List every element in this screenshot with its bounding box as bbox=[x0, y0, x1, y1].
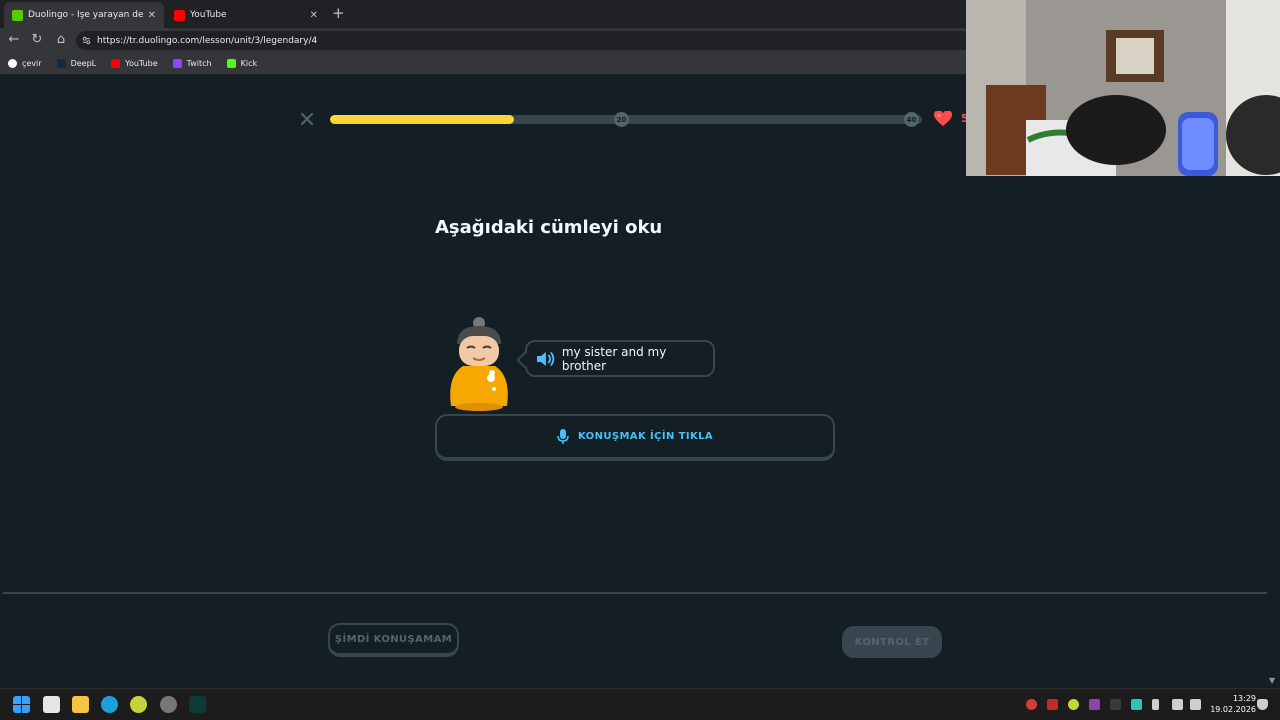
bookmark-label: DeepL bbox=[70, 59, 97, 68]
close-tab-icon[interactable]: ✕ bbox=[310, 10, 318, 21]
progress-fill bbox=[330, 115, 514, 124]
google-icon bbox=[8, 59, 17, 68]
new-tab-button[interactable]: + bbox=[332, 4, 345, 22]
microphone-icon[interactable] bbox=[1152, 699, 1159, 710]
tray-app-icon[interactable] bbox=[1089, 699, 1100, 710]
footer-divider bbox=[3, 592, 1267, 594]
webcam-feed-image bbox=[966, 0, 1280, 176]
tray-app-icon[interactable] bbox=[1110, 699, 1121, 710]
deepl-icon bbox=[56, 59, 66, 68]
kick-icon bbox=[226, 59, 236, 68]
windows-taskbar: 13:29 19.02.2026 bbox=[0, 688, 1280, 720]
tab-title: Duolingo - İşe yarayan derslerle İn bbox=[28, 10, 144, 20]
home-icon[interactable]: ⌂ bbox=[53, 32, 69, 48]
tray-app-icon[interactable] bbox=[1131, 699, 1142, 710]
system-clock[interactable]: 13:29 19.02.2026 bbox=[1208, 693, 1256, 715]
twitch-icon bbox=[172, 59, 182, 68]
webcam-overlay bbox=[966, 0, 1280, 176]
close-lesson-icon[interactable] bbox=[300, 112, 314, 126]
tab-title: YouTube bbox=[190, 10, 227, 20]
notification-bell-icon[interactable] bbox=[1257, 699, 1268, 710]
bookmark-twitch[interactable]: Twitch bbox=[172, 59, 212, 68]
tray-app-icon[interactable] bbox=[1047, 699, 1058, 710]
reload-icon[interactable]: ↻ bbox=[29, 32, 45, 48]
volume-icon[interactable] bbox=[1190, 699, 1201, 710]
bookmark-label: YouTube bbox=[125, 59, 158, 68]
app-icon[interactable] bbox=[130, 696, 147, 713]
file-explorer-icon[interactable] bbox=[72, 696, 89, 713]
bookmark-label: çevir bbox=[22, 59, 42, 68]
tray-app-icon[interactable] bbox=[1068, 699, 1079, 710]
bookmark-kick[interactable]: Kick bbox=[226, 59, 258, 68]
speak-button-label: KONUŞMAK İÇİN TIKLA bbox=[577, 431, 714, 442]
bookmark-label: Kick bbox=[240, 59, 258, 68]
milestone-marker: 40 bbox=[904, 112, 919, 127]
clock-date: 19.02.2026 bbox=[1210, 705, 1256, 714]
url-text: https://tr.duolingo.com/lesson/unit/3/le… bbox=[97, 35, 318, 46]
speaker-icon[interactable] bbox=[536, 351, 556, 367]
bookmark-deepl[interactable]: DeepL bbox=[56, 59, 97, 68]
address-bar[interactable]: https://tr.duolingo.com/lesson/unit/3/le… bbox=[76, 31, 976, 50]
windows-start-icon[interactable] bbox=[13, 696, 30, 713]
bookmark-youtube[interactable]: YouTube bbox=[111, 59, 158, 68]
tab-youtube[interactable]: YouTube ✕ bbox=[166, 2, 326, 28]
cant-speak-now-button[interactable]: ŞİMDİ KONUŞAMAM bbox=[328, 623, 459, 657]
tab-duolingo[interactable]: Duolingo - İşe yarayan derslerle İn ✕ bbox=[4, 2, 164, 28]
site-info-icon[interactable] bbox=[82, 36, 91, 45]
youtube-favicon-icon bbox=[174, 9, 185, 21]
tap-to-speak-button[interactable]: KONUŞMAK İÇİN TIKLA bbox=[435, 414, 835, 461]
back-arrow-icon[interactable]: ← bbox=[6, 32, 22, 48]
task-view-icon[interactable] bbox=[43, 696, 60, 713]
duolingo-favicon-icon bbox=[12, 9, 23, 21]
character-illustration bbox=[450, 317, 508, 411]
edge-browser-icon[interactable] bbox=[101, 696, 118, 713]
lesson-progress-bar: 20 40 bbox=[330, 112, 922, 127]
tray-app-icon[interactable] bbox=[1026, 699, 1037, 710]
youtube-icon bbox=[111, 59, 121, 68]
sentence-bubble: my sister and my brother bbox=[516, 340, 715, 377]
bubble-tail bbox=[516, 351, 534, 369]
bookmark-label: Twitch bbox=[186, 59, 212, 68]
clock-time: 13:29 bbox=[1232, 694, 1256, 703]
scroll-down-icon[interactable]: ▼ bbox=[1269, 676, 1275, 685]
close-tab-icon[interactable]: ✕ bbox=[148, 10, 156, 21]
sentence-text[interactable]: my sister and my brother bbox=[562, 345, 713, 373]
bookmark-cevir[interactable]: çevir bbox=[8, 59, 42, 68]
screen: Duolingo - İşe yarayan derslerle İn ✕ Yo… bbox=[0, 0, 1280, 720]
check-button[interactable]: KONTROL ET bbox=[842, 626, 942, 658]
app-icon[interactable] bbox=[189, 696, 206, 713]
network-icon[interactable] bbox=[1172, 699, 1183, 710]
app-icon[interactable] bbox=[160, 696, 177, 713]
microphone-icon bbox=[557, 428, 569, 444]
prompt-title: Aşağıdaki cümleyi oku bbox=[435, 217, 663, 238]
milestone-marker: 20 bbox=[614, 112, 629, 127]
heart-icon[interactable] bbox=[934, 111, 952, 127]
